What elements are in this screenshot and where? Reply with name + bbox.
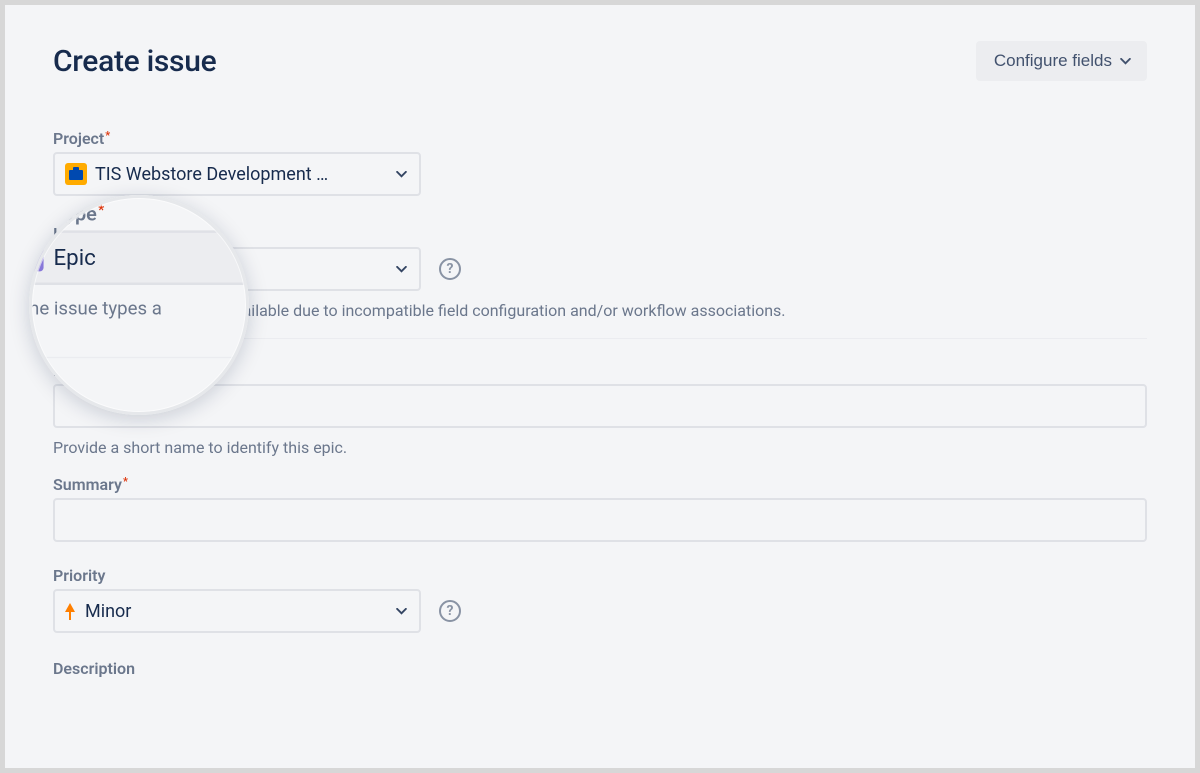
configure-fields-button[interactable]: Configure fields (976, 41, 1147, 81)
description-label: Description (53, 659, 1147, 678)
configure-fields-label: Configure fields (994, 51, 1112, 71)
chevron-down-icon (1120, 54, 1131, 68)
priority-label: Priority (53, 566, 1147, 585)
required-star-icon: * (131, 224, 136, 237)
epic-name-hint: Provide a short name to identify this ep… (53, 438, 1147, 457)
description-field: Description (53, 659, 1147, 697)
summary-field: Summary* (53, 475, 1147, 542)
summary-input[interactable] (53, 498, 1147, 542)
dialog-title: Create issue (53, 44, 216, 79)
project-field: Project* TIS Webstore Development … (53, 129, 1147, 196)
required-star-icon: * (123, 475, 128, 488)
epic-name-input[interactable] (53, 384, 1147, 428)
divider (53, 338, 1147, 339)
help-icon[interactable]: ? (439, 600, 461, 622)
priority-minor-icon (65, 603, 75, 620)
issue-type-hint: Some issue types are unavailable due to … (53, 301, 1147, 320)
issue-type-select[interactable]: Epic (53, 247, 421, 291)
issue-type-value: Epic (95, 259, 409, 280)
required-star-icon: * (105, 129, 110, 142)
priority-field: Priority Minor ? (53, 566, 1147, 633)
project-avatar-icon (65, 163, 87, 185)
issue-type-label: Issue Type* (53, 224, 1147, 243)
project-label: Project* (53, 129, 1147, 148)
priority-value: Minor (85, 601, 409, 622)
chevron-down-icon (396, 166, 407, 182)
epic-name-field: Epic Name Provide a short name to identi… (53, 361, 1147, 457)
issue-type-field: Issue Type* Epic ? Some issue types are … (53, 224, 1147, 320)
project-select[interactable]: TIS Webstore Development … (53, 152, 421, 196)
create-issue-dialog: Create issue Configure fields Project* T… (0, 0, 1200, 773)
project-value: TIS Webstore Development … (95, 164, 355, 185)
help-icon[interactable]: ? (439, 258, 461, 280)
dialog-header: Create issue Configure fields (53, 41, 1147, 81)
epic-name-label: Epic Name (53, 361, 1147, 380)
priority-select[interactable]: Minor (53, 589, 421, 633)
summary-label: Summary* (53, 475, 1147, 494)
epic-icon (65, 258, 87, 280)
